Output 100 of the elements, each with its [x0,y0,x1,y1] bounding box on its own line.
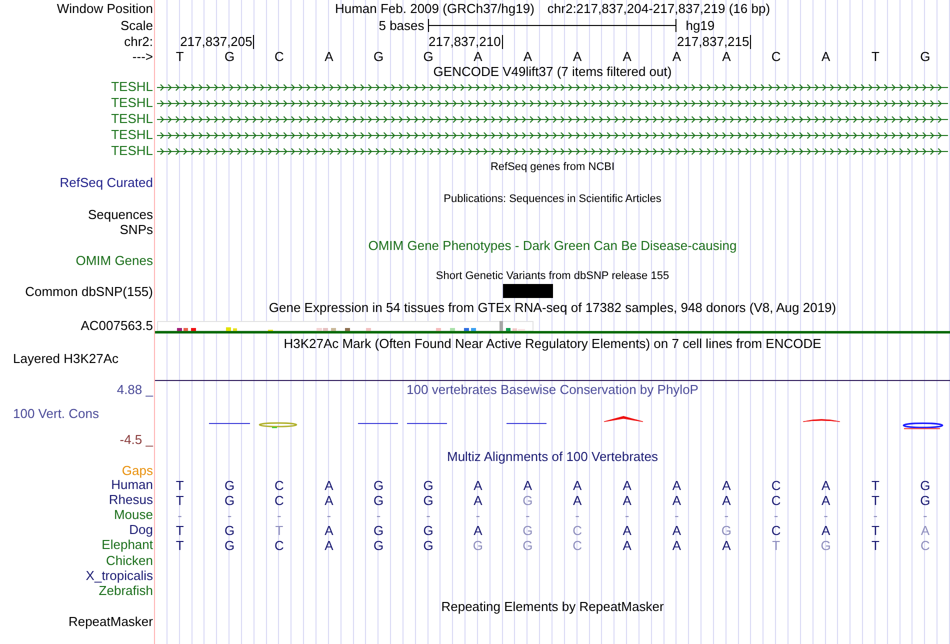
species-label[interactable]: Dog [129,523,153,538]
aligned-base: A [920,522,930,538]
aligned-base: A [573,492,582,508]
base-letter: G [374,50,384,64]
track-label[interactable]: AC007563.5 [80,318,153,332]
gene-label[interactable]: TESHL [111,96,153,110]
aligned-base: T [176,478,184,493]
track-title: Repeating Elements by RepeatMasker [441,600,664,614]
species-label[interactable]: X_tropicalis [86,568,153,583]
aligned-base: - [724,508,729,523]
aligned-base: A [672,538,682,553]
aligned-base: A [622,478,632,493]
base-letter: A [821,50,830,64]
aligned-base: G [374,492,384,508]
track-label[interactable]: Layered H3K27Ac [13,352,119,366]
assembly-title: Human Feb. 2009 (GRCh37/hg19) [334,2,534,16]
aligned-base: G [472,538,484,553]
gene-label[interactable]: TESHL [111,144,153,158]
base-letter: A [722,50,731,64]
aligned-base: A [324,522,334,538]
aligned-base: C [771,522,781,538]
aligned-base: C [274,538,284,553]
gene-feature[interactable] [157,132,948,138]
conservation-mark [358,423,398,424]
track-label[interactable]: Sequences [88,208,153,222]
aligned-base: G [423,478,434,493]
coordinate-tick: 217,837,215 [676,35,752,49]
track-label[interactable]: RefSeq Curated [60,176,153,190]
track-label[interactable]: OMIM Genes [76,254,153,268]
aligned-base: - [376,508,381,523]
gene-feature[interactable] [157,84,948,90]
expression-bar [233,328,237,331]
aligned-base: A [622,538,632,553]
base-letter: T [176,50,184,64]
species-label[interactable]: Zebrafish [98,584,153,598]
gene-feature[interactable] [157,148,948,154]
species-label[interactable]: Rhesus [108,493,153,508]
gene-label[interactable]: TESHL [111,80,153,94]
row-label: Scale [120,18,153,32]
position-text: chr2:217,837,204-217,837,219 (16 bp) [547,2,770,16]
aligned-base: A [821,478,830,493]
track-title: RefSeq genes from NCBI [490,160,615,174]
track-label[interactable]: SNPs [120,222,153,236]
track-label[interactable]: RepeatMasker [68,615,153,630]
base-letter: A [324,50,334,64]
gene-feature[interactable] [157,116,948,122]
aligned-base: A [324,538,334,553]
aligned-base: C [274,492,284,508]
expression-bar [191,328,196,331]
base-letter: A [474,50,482,64]
aligned-base: A [474,492,482,508]
aligned-base: A [622,492,632,508]
base-letter: C [771,50,781,64]
expression-bar [331,328,336,331]
expression-bar [471,328,476,331]
gene-label[interactable]: TESHL [111,128,153,142]
species-label[interactable]: Human [111,478,153,492]
expression-bar [450,328,455,331]
track-title: 100 vertebrates Basewise Conservation by PhyloP [406,383,698,397]
aligned-base: G [224,478,235,493]
track-title: OMIM Gene Phenotypes - Dark Green Can Be Disease-causing [368,238,737,252]
aligned-base: A [324,478,334,493]
aligned-base: G [374,538,384,553]
aligned-base: T [772,538,780,553]
aligned-base: C [572,538,582,553]
aligned-base: - [624,508,630,523]
aligned-base: G [920,478,930,493]
conservation-mark [902,422,944,430]
row-label: chr2: [124,35,153,49]
conservation-mark [406,423,448,424]
track-label[interactable]: 100 Vert. Cons [13,407,99,421]
species-label[interactable]: Mouse [114,508,153,522]
base-letter: T [871,50,880,64]
aligned-base: A [324,492,334,508]
aligned-base: - [674,508,679,523]
aligned-base: G [522,538,533,553]
base-letter: G [224,50,235,64]
species-label[interactable]: Chicken [106,554,153,568]
aligned-base: T [871,492,880,508]
gene-feature[interactable] [157,100,948,106]
expression-bar [226,327,231,331]
track-label[interactable]: Common dbSNP(155) [25,284,153,298]
aligned-base: A [672,492,682,508]
aligned-base: - [575,508,580,523]
coordinate-tick: 217,837,210 [428,35,503,49]
strand-label: ---> [132,50,153,64]
aligned-base: G [423,492,434,508]
conservation-mark [604,416,644,422]
track-title: Gene Expression in 54 tissues from GTEx RNA-seq of 17382 samples, 948 donors (V8, Aug 2019) [268,300,836,314]
gene-label[interactable]: TESHL [111,112,153,126]
aligned-base: - [476,508,480,523]
aligned-base: A [474,478,482,493]
aligned-base: G [820,538,831,553]
row-label: Window Position [56,2,153,16]
aligned-base: A [622,522,632,538]
species-label[interactable]: Elephant [102,538,153,552]
aligned-base: - [774,508,778,523]
aligned-base: G [224,538,235,553]
aligned-base: C [771,478,781,493]
scale-text: 5 bases [378,18,424,32]
